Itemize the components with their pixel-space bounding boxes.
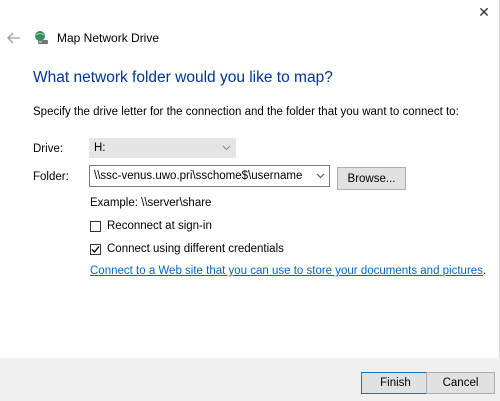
- cancel-button[interactable]: Cancel: [426, 372, 495, 394]
- credentials-option[interactable]: Connect using different credentials: [90, 243, 284, 255]
- reconnect-option[interactable]: Reconnect at sign-in: [90, 220, 212, 232]
- reconnect-label: Reconnect at sign-in: [107, 220, 212, 232]
- example-text: Example: \\server\share: [90, 197, 212, 209]
- web-storage-link-row: Connect to a Web site that you can use t…: [90, 265, 486, 277]
- link-period: .: [482, 265, 487, 277]
- map-network-drive-dialog: ✕ Map Network Drive What network folder …: [0, 0, 500, 401]
- browse-button[interactable]: Browse...: [337, 167, 406, 190]
- close-button[interactable]: ✕: [469, 0, 499, 24]
- credentials-checkbox[interactable]: [90, 243, 101, 255]
- close-icon: ✕: [478, 3, 490, 20]
- folder-value: \\ssc-venus.uwo.pri\sschome$\username: [94, 170, 303, 182]
- page-heading: What network folder would you like to ma…: [33, 69, 333, 86]
- back-arrow-icon[interactable]: [7, 31, 21, 45]
- folder-input[interactable]: \\ssc-venus.uwo.pri\sschome$\username: [89, 165, 330, 187]
- drive-label: Drive:: [33, 143, 64, 155]
- web-storage-link[interactable]: Connect to a Web site that you can use t…: [90, 265, 483, 277]
- reconnect-checkbox[interactable]: [90, 220, 101, 232]
- network-drive-icon: [33, 30, 49, 46]
- drive-select[interactable]: H:: [89, 138, 236, 158]
- checkmark-icon: [91, 245, 100, 253]
- drive-value: H:: [94, 142, 106, 154]
- folder-label: Folder:: [33, 171, 69, 183]
- credentials-label: Connect using different credentials: [107, 243, 284, 255]
- chevron-down-icon[interactable]: [316, 169, 325, 186]
- chevron-down-icon: [222, 141, 231, 158]
- instructions-text: Specify the drive letter for the connect…: [33, 106, 459, 118]
- finish-button[interactable]: Finish: [361, 372, 430, 394]
- dialog-title: Map Network Drive: [57, 31, 160, 45]
- dialog-header: Map Network Drive: [7, 28, 159, 48]
